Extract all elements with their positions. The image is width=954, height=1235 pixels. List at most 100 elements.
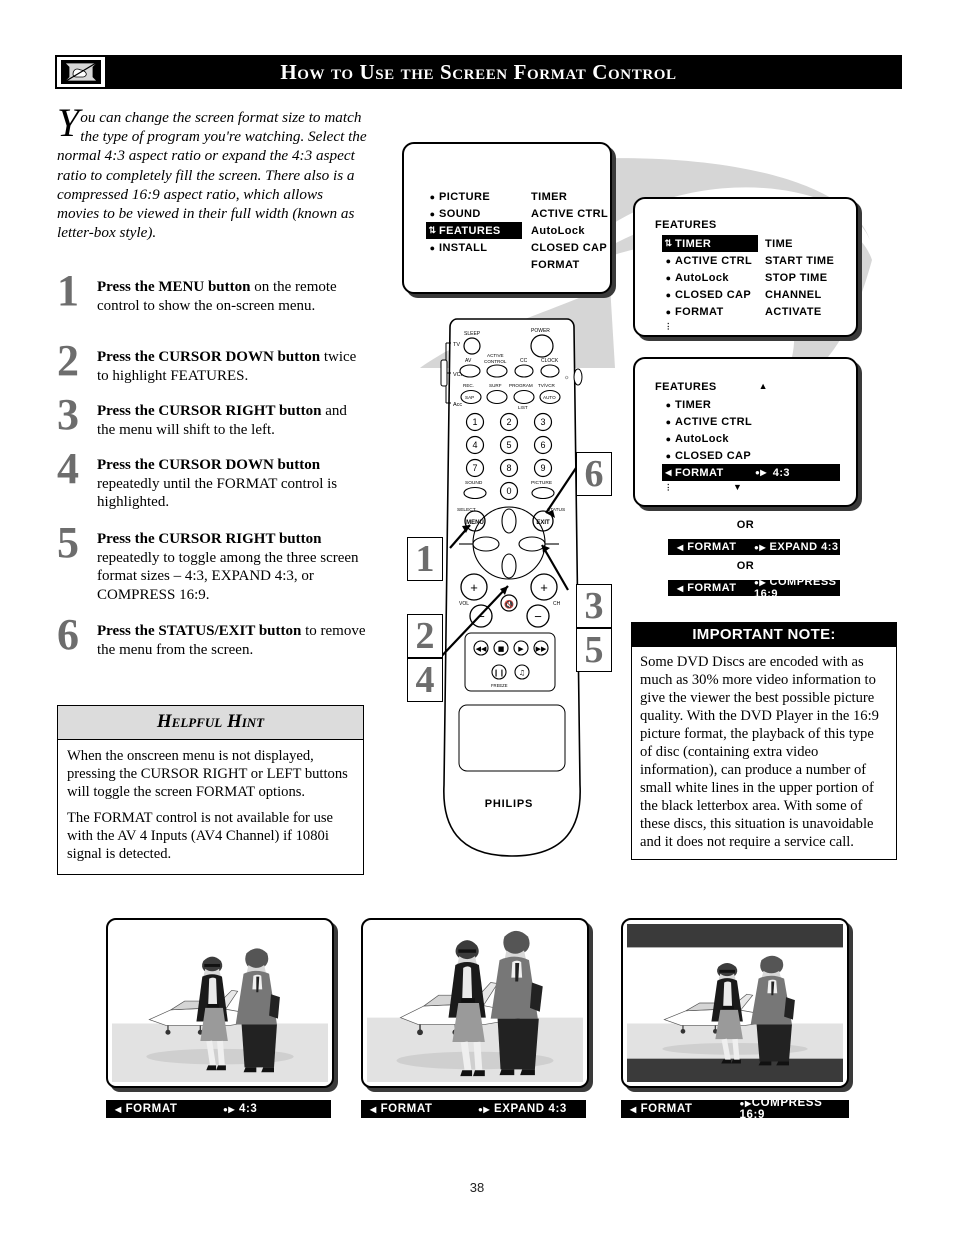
step-text: Press the CURSOR DOWN button repeatedly … [97,456,367,512]
osd-sub-label: FORMAT [531,258,580,271]
example-format-bar-normal: ◀ FORMAT ●▶ 4:3 [106,1100,331,1118]
osd-item-label: PICTURE [439,190,491,203]
helpful-hint-box: Helpful Hint When the onscreen menu is n… [57,705,364,875]
step-text: Press the STATUS/EXIT button to remove t… [97,622,367,659]
svg-text:☼: ☼ [564,375,570,381]
svg-text:ACTIVE: ACTIVE [487,353,504,358]
step-bold: Press the MENU button [97,279,251,295]
svg-text:TV/VCR: TV/VCR [538,383,556,388]
format-bar-value: EXPAND 4:3 [493,1103,567,1115]
callout-number: 4 [415,659,435,701]
format-bar-label: FORMAT [640,1103,693,1115]
osd-sub-start-time: START TIME [765,252,855,269]
osd-item-label: CLOSED CAP [675,449,752,462]
step-rest: repeatedly until the FORMAT control is h… [97,475,338,511]
step-bold: Press the CURSOR RIGHT button [97,531,322,547]
svg-text:CC: CC [520,358,528,364]
step-number: 1 [57,266,79,315]
osd-item-install[interactable]: ● INSTALL [426,239,531,256]
important-note-box: IMPORTANT NOTE: Some DVD Discs are encod… [631,622,897,860]
osd-sub-label: ACTIVATE [765,305,822,318]
osd-item-closed-cap[interactable]: ● CLOSED CAP [662,286,765,303]
svg-text:PHILIPS: PHILIPS [485,798,533,810]
osd-sub-channel: CHANNEL [765,286,855,303]
callout-number: 6 [584,453,604,495]
osd-item-picture[interactable]: ● PICTURE [426,188,531,205]
step-bold: Press the STATUS/EXIT button [97,623,302,639]
osd-item-value: 4:3 [772,466,790,479]
step-6: 6 Press the STATUS/EXIT button to remove… [57,613,367,659]
osd-item-label: FORMAT [675,305,724,318]
svg-text:TV: TV [453,342,460,348]
step-5: 5 Press the CURSOR RIGHT button repeated… [57,521,367,604]
scroll-down-icon: ⋮ [664,321,673,331]
osd-menu-features: FEATURES ⇅ TIMER ● ACTIVE CTRL ● AutoLoc… [633,197,858,337]
example-image-compress [627,924,843,1082]
osd-sub-label: AutoLock [531,224,585,237]
svg-text:SAP: SAP [465,395,474,400]
osd-sub-label: TIME [765,237,793,250]
format-bar-left: ◀ FORMAT [677,541,737,553]
format-bar-right: ●▶ EXPAND 4:3 [754,541,839,553]
osd-item-format[interactable]: ● FORMAT [662,303,765,320]
step-bold: Press the CURSOR RIGHT button [97,403,322,419]
format-bar-label: FORMAT [687,541,737,553]
osd-item-label: FEATURES [439,224,501,237]
svg-text:REC.: REC. [463,383,474,388]
callout-number: 3 [584,585,604,627]
osd-item-sound[interactable]: ● SOUND [426,205,531,222]
osd-item-label: TIMER [675,237,712,250]
osd-item-timer[interactable]: ⇅ TIMER [662,235,758,252]
example-image-normal [112,924,328,1082]
step-text: Press the MENU button on the remote cont… [97,278,367,315]
osd-item-autolock[interactable]: ● AutoLock [662,430,845,447]
svg-text:2: 2 [506,417,511,427]
step-number: 6 [57,610,79,659]
osd-scroll-indicators: ⋮ ▼ [662,481,845,493]
callout-5: 5 [576,628,612,672]
osd-item-features[interactable]: ⇅ FEATURES [426,222,522,239]
bullet-icon: ● [665,289,672,300]
up-down-cursor-icon: ⇅ [428,225,437,235]
osd-menu-title: FEATURES [655,381,717,393]
cursor-left-icon: ◀ [665,468,672,477]
osd-item-active-ctrl[interactable]: ● ACTIVE CTRL [662,413,845,430]
important-note-title: IMPORTANT NOTE: [632,623,896,647]
osd-item-label: ACTIVE CTRL [675,415,753,428]
osd-sub-autolock: AutoLock [531,222,609,239]
step-number: 4 [57,444,79,493]
osd-menu-title: FEATURES [655,219,717,231]
or-label-1: OR [736,519,755,531]
osd-menu-features-format: FEATURES ▲ ● TIMER ● ACTIVE CTRL ● AutoL… [633,357,858,507]
svg-text:PROGRAM: PROGRAM [509,383,533,388]
svg-text:1: 1 [472,417,477,427]
osd-sub-label: STOP TIME [765,271,828,284]
format-bar-compress: ◀ FORMAT ●▶ COMPRESS 16:9 [668,576,840,600]
intro-paragraph: You can change the screen format size to… [57,103,367,242]
bullet-icon: ● [665,255,672,266]
osd-sub-label: START TIME [765,254,835,267]
osd-item-autolock[interactable]: ● AutoLock [662,269,765,286]
step-text: Press the CURSOR RIGHT button repeatedly… [97,530,367,604]
up-down-cursor-icon: ⇅ [664,238,673,248]
osd-item-timer[interactable]: ● TIMER [662,396,845,413]
osd-sub-label: CHANNEL [765,288,822,301]
format-bar-expand: ◀ FORMAT ●▶ EXPAND 4:3 [668,539,840,555]
osd-sub-stop-time: STOP TIME [765,269,855,286]
osd-item-format[interactable]: ◀ FORMAT ●▶ 4:3 [662,464,840,481]
osd-item-active-ctrl[interactable]: ● ACTIVE CTRL [662,252,765,269]
bullet-icon: ● [665,306,672,317]
osd-item-closed-cap[interactable]: ● CLOSED CAP [662,447,845,464]
bullet-icon: ● [665,450,672,461]
step-bold: Press the CURSOR DOWN button [97,349,321,365]
osd-sub-timer: TIMER [531,188,609,205]
example-screen-expand [361,918,589,1088]
osd-scroll-down-indicator: ⋮ [662,320,765,332]
step-text: Press the CURSOR DOWN button twice to hi… [97,348,367,385]
cursor-right-icon: ●▶ [755,468,767,477]
bullet-icon: ● [665,416,672,427]
format-bar-value: COMPRESS 16:9 [754,576,837,600]
step-4: 4 Press the CURSOR DOWN button repeatedl… [57,447,367,512]
format-bar-value: 4:3 [238,1103,258,1115]
osd-sub-label: CLOSED CAP [531,241,608,254]
